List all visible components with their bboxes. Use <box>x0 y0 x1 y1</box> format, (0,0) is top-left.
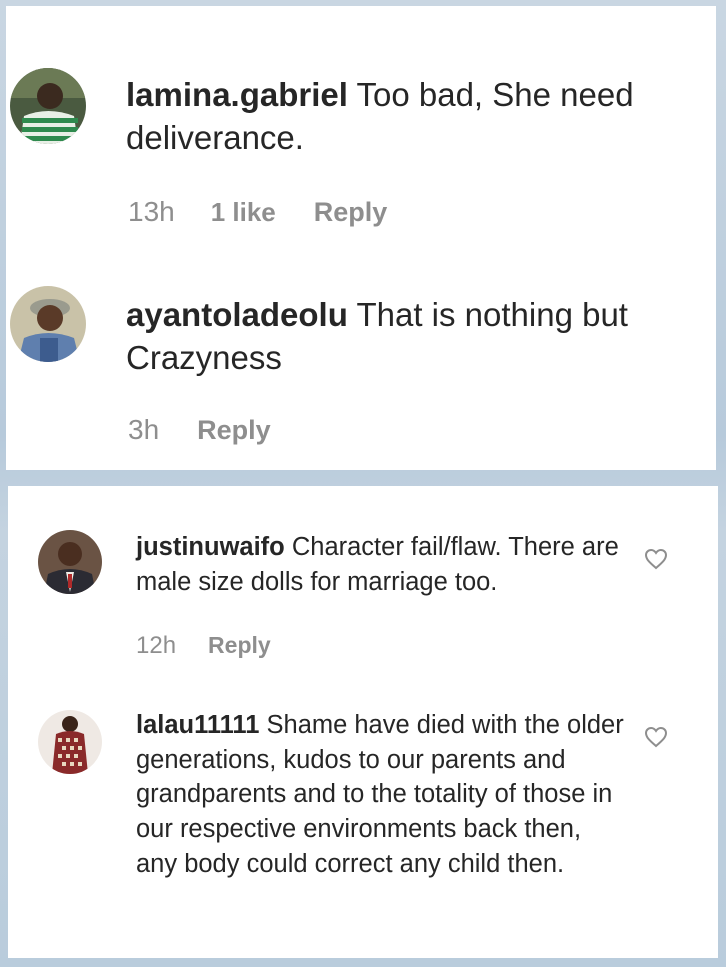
comment-item: justinuwaifo Character fail/flaw. There … <box>8 486 718 686</box>
comment-item: lalau11111 Shame have died with the olde… <box>8 686 718 958</box>
comment-timestamp: 3h <box>128 414 160 445</box>
comment-username[interactable]: justinuwaifo <box>136 533 285 561</box>
comment-item: ayantoladeolu That is nothing but Crazyn… <box>6 246 716 470</box>
reply-button[interactable]: Reply <box>314 197 388 228</box>
user-avatar[interactable] <box>38 710 102 774</box>
reply-button[interactable]: Reply <box>208 632 271 659</box>
comment-like-count[interactable]: 1 like <box>211 197 276 228</box>
comment-timestamp: 12h <box>136 632 177 659</box>
comment-item: lamina.gabriel Too bad, She need deliver… <box>6 6 716 246</box>
like-heart-icon[interactable] <box>644 726 668 748</box>
comment-username[interactable]: lalau11111 <box>136 711 259 739</box>
reply-button[interactable]: Reply <box>197 415 271 446</box>
comments-panel-top: lamina.gabriel Too bad, She need deliver… <box>6 6 716 470</box>
comment-username[interactable]: ayantoladeolu <box>126 296 348 333</box>
user-avatar[interactable] <box>10 286 86 362</box>
comment-timestamp: 13h <box>128 196 175 227</box>
comments-panel-bottom: justinuwaifo Character fail/flaw. There … <box>8 486 718 958</box>
comment-username[interactable]: lamina.gabriel <box>126 76 348 113</box>
user-avatar[interactable] <box>10 68 86 144</box>
user-avatar[interactable] <box>38 530 102 594</box>
like-heart-icon[interactable] <box>644 548 668 570</box>
